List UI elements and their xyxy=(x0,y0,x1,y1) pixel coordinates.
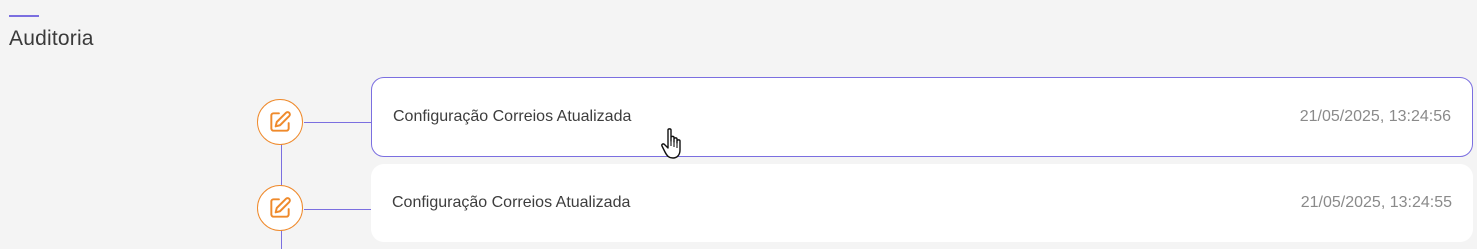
timeline-item: Configuração Correios Atualizada 21/05/2… xyxy=(0,77,1477,157)
edit-icon xyxy=(257,99,303,145)
edit-icon xyxy=(257,185,303,231)
timeline-connector xyxy=(304,122,371,123)
page-title: Auditoria xyxy=(9,27,94,50)
timeline-connector xyxy=(304,209,371,210)
audit-timestamp: 21/05/2025, 13:24:56 xyxy=(1299,108,1451,125)
audit-title: Configuração Correios Atualizada xyxy=(393,108,632,125)
audit-card[interactable]: Configuração Correios Atualizada 21/05/2… xyxy=(371,164,1473,242)
timeline-item: Configuração Correios Atualizada 21/05/2… xyxy=(0,164,1477,244)
audit-page: Auditoria Configuração Correios Atualiza… xyxy=(0,0,1477,249)
audit-title: Configuração Correios Atualizada xyxy=(392,194,631,211)
title-accent-bar xyxy=(9,15,39,17)
audit-card[interactable]: Configuração Correios Atualizada 21/05/2… xyxy=(371,77,1473,157)
audit-timestamp: 21/05/2025, 13:24:55 xyxy=(1300,194,1452,211)
hand-pointer-cursor-icon xyxy=(661,128,681,159)
